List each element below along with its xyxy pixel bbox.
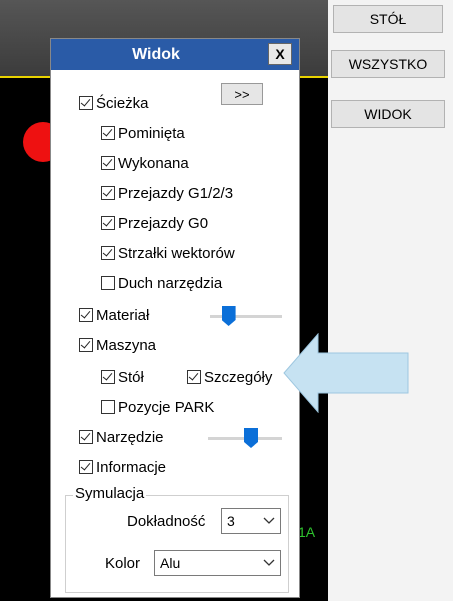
widok-button[interactable]: WIDOK [331,100,445,128]
checkbox-label: Narzędzie [96,428,164,446]
slider-track [210,315,282,318]
checkbox-icon[interactable] [101,370,115,384]
checkbox-szczegoly[interactable]: Szczegóły [187,367,272,387]
checkbox-icon[interactable] [101,186,115,200]
checkbox-icon[interactable] [101,126,115,140]
checkbox-label: Stół [118,368,144,386]
expand-button[interactable]: >> [221,83,263,105]
checkbox-material[interactable]: Materiał [79,305,149,325]
checkbox-informacje[interactable]: Informacje [79,457,166,477]
dokladnosc-value: 3 [227,513,235,529]
viewport-label: 1A [298,524,316,540]
checkbox-pozycje-park[interactable]: Pozycje PARK [101,397,214,417]
checkbox-przejazdy-g0[interactable]: Przejazdy G0 [101,213,208,233]
checkbox-icon[interactable] [101,276,115,290]
checkbox-icon[interactable] [101,400,115,414]
checkbox-stol[interactable]: Stół [101,367,144,387]
checkbox-label: Strzałki wektorów [118,244,235,262]
checkbox-label: Pozycje PARK [118,398,215,416]
checkbox-maszyna[interactable]: Maszyna [79,335,156,355]
checkbox-label: Wykonana [118,154,189,172]
checkbox-icon[interactable] [79,430,93,444]
checkbox-icon[interactable] [79,308,93,322]
checkbox-icon[interactable] [79,338,93,352]
checkbox-sciezka[interactable]: Ścieżka [79,93,149,113]
chevron-down-icon[interactable] [258,517,280,525]
checkbox-pominieta[interactable]: Pominięta [101,123,185,143]
narzedzie-slider[interactable] [208,428,282,448]
checkbox-label: Szczegóły [204,368,273,386]
checkbox-strzalki[interactable]: Strzałki wektorów [101,243,235,263]
checkbox-icon[interactable] [79,460,93,474]
right-panel: STÓŁ WSZYSTKO WIDOK [328,0,453,601]
checkbox-przejazdy-g123[interactable]: Przejazdy G1/2/3 [101,183,233,203]
checkbox-label: Przejazdy G0 [118,214,209,232]
chevron-down-icon[interactable] [258,559,280,567]
viewport-guide-line [0,76,55,78]
slider-thumb[interactable] [221,306,236,326]
symulacja-legend: Symulacja [73,485,147,502]
stol-button[interactable]: STÓŁ [333,5,443,33]
checkbox-wykonana[interactable]: Wykonana [101,153,189,173]
material-slider[interactable] [210,306,282,326]
checkbox-label: Ścieżka [96,94,149,112]
close-button[interactable]: X [268,43,292,65]
checkbox-label: Maszyna [96,336,157,354]
checkbox-icon[interactable] [101,246,115,260]
checkbox-icon[interactable] [101,216,115,230]
dialog-title: Widok [132,46,180,63]
checkbox-icon[interactable] [187,370,201,384]
checkbox-label: Pominięta [118,124,185,142]
kolor-select[interactable]: Alu [154,550,281,576]
widok-dialog: Widok X >> Ścieżka Pominięta Wykonana Pr… [50,38,300,598]
highlight-arrow-icon [283,333,409,413]
checkbox-duch[interactable]: Duch narzędzia [101,273,222,293]
checkbox-label: Materiał [96,306,150,324]
dokladnosc-label: Dokładność [127,513,206,530]
dokladnosc-select[interactable]: 3 [221,508,281,534]
kolor-label: Kolor [105,555,141,572]
checkbox-label: Przejazdy G1/2/3 [118,184,234,202]
checkbox-narzedzie[interactable]: Narzędzie [79,427,164,447]
checkbox-label: Duch narzędzia [118,274,223,292]
checkbox-icon[interactable] [79,96,93,110]
slider-thumb[interactable] [244,428,258,448]
wszystko-button[interactable]: WSZYSTKO [331,50,445,78]
checkbox-icon[interactable] [101,156,115,170]
kolor-value: Alu [160,555,181,571]
dialog-titlebar[interactable]: Widok X [51,39,299,70]
checkbox-label: Informacje [96,458,167,476]
